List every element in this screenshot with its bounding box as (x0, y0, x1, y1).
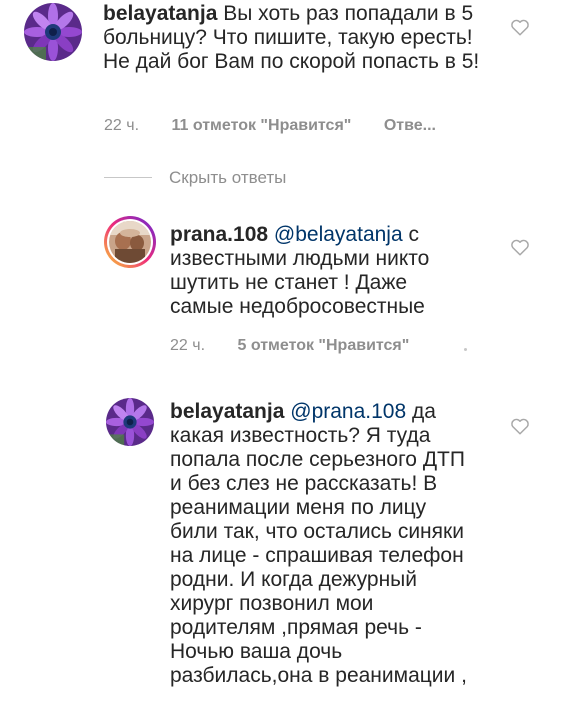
comment-meta: 22 ч. 11 отметок "Нравится" Отве... (104, 117, 436, 135)
mention-link[interactable]: @prana.108 (290, 400, 406, 423)
comment-time: 22 ч. (170, 337, 206, 354)
comment-username[interactable]: prana.108 (170, 223, 268, 246)
heart-outline-icon[interactable] (510, 18, 530, 36)
comment-username[interactable]: belayatanja (170, 400, 284, 423)
avatar[interactable] (106, 398, 154, 446)
likes-count-link[interactable]: 11 отметок "Нравится" (171, 117, 351, 134)
comment-3-text: belayatanja @prana.108 да какая известно… (170, 400, 475, 688)
comment-1-text: belayatanja Вы хоть раз попадали в 5 бол… (103, 2, 493, 74)
mention-link[interactable]: @belayatanja (274, 223, 403, 246)
heart-outline-icon[interactable] (510, 238, 530, 256)
more-options-dot[interactable] (464, 348, 467, 351)
avatar[interactable] (104, 216, 156, 268)
comment-time: 22 ч. (104, 117, 140, 134)
avatar-photo-image (109, 221, 151, 263)
likes-count-link[interactable]: 5 отметок "Нравится" (237, 337, 409, 354)
heart-outline-icon[interactable] (510, 417, 530, 435)
comment-meta: 22 ч. 5 отметок "Нравится" (170, 337, 409, 355)
hide-replies-line (104, 177, 152, 178)
avatar[interactable] (24, 3, 82, 61)
comment-username[interactable]: belayatanja (103, 2, 217, 25)
comment-2-text: prana.108 @belayatanja с известными людь… (170, 223, 470, 319)
reply-button[interactable]: Отве... (384, 117, 436, 134)
avatar-flower-image (106, 398, 154, 446)
avatar-flower-image (24, 3, 82, 61)
comment-body: да какая известность? Я туда попала посл… (170, 400, 467, 687)
hide-replies-button[interactable]: Скрыть ответы (169, 168, 286, 188)
